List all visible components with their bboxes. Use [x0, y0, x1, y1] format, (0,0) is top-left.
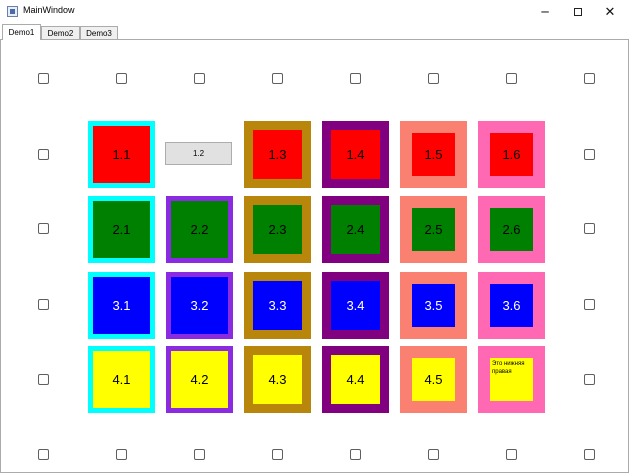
cell-3-6: 3.6 [478, 272, 545, 339]
cell-4-6-label: Это нижняя правая [490, 358, 533, 401]
minimize-button[interactable]: ─ [527, 0, 563, 24]
tab-strip: Demo1 Demo2 Demo3 [0, 24, 631, 40]
checkbox-r5-c0[interactable] [38, 449, 49, 460]
checkbox-r2-c0[interactable] [38, 223, 49, 234]
cell-3-3-label: 3.3 [253, 281, 302, 330]
cell-2-4-label: 2.4 [331, 205, 380, 254]
checkbox-r0-c1[interactable] [116, 73, 127, 84]
tab-demo1[interactable]: Demo1 [2, 24, 41, 40]
window-title: MainWindow [23, 5, 75, 15]
cell-4-1-label: 4.1 [93, 351, 150, 408]
checkbox-r3-c7[interactable] [584, 299, 595, 310]
cell-4-5-label: 4.5 [412, 358, 455, 401]
cell-3-4-label: 3.4 [331, 281, 380, 330]
cell-2-1-label: 2.1 [93, 201, 150, 258]
checkbox-r2-c7[interactable] [584, 223, 595, 234]
cell-2-6-label: 2.6 [490, 208, 533, 251]
cell-4-3: 4.3 [244, 346, 311, 413]
cell-3-2: 3.2 [166, 272, 233, 339]
checkbox-r3-c0[interactable] [38, 299, 49, 310]
cell-1-5: 1.5 [400, 121, 467, 188]
cell-1-3: 1.3 [244, 121, 311, 188]
checkbox-r5-c4[interactable] [350, 449, 361, 460]
cell-3-5: 3.5 [400, 272, 467, 339]
cell-2-3-label: 2.3 [253, 205, 302, 254]
cell-1-3-label: 1.3 [253, 130, 302, 179]
cell-3-1-label: 3.1 [93, 277, 150, 334]
close-icon: ✕ [604, 4, 616, 20]
checkbox-r1-c7[interactable] [584, 149, 595, 160]
maximize-icon [574, 8, 582, 16]
checkbox-r5-c2[interactable] [194, 449, 205, 460]
cell-4-4-label: 4.4 [331, 355, 380, 404]
checkbox-r0-c5[interactable] [428, 73, 439, 84]
cell-1-4-label: 1.4 [331, 130, 380, 179]
cell-1-6-label: 1.6 [490, 133, 533, 176]
checkbox-r5-c1[interactable] [116, 449, 127, 460]
checkbox-r5-c6[interactable] [506, 449, 517, 460]
cell-2-2: 2.2 [166, 196, 233, 263]
cell-3-4: 3.4 [322, 272, 389, 339]
cell-4-2: 4.2 [166, 346, 233, 413]
cell-2-3: 2.3 [244, 196, 311, 263]
cell-4-3-label: 4.3 [253, 355, 302, 404]
cell-2-5: 2.5 [400, 196, 467, 263]
cell-2-1: 2.1 [88, 196, 155, 263]
tab-demo3[interactable]: Demo3 [80, 26, 118, 39]
checkbox-r0-c4[interactable] [350, 73, 361, 84]
app-icon [7, 6, 18, 17]
cell-3-1: 3.1 [88, 272, 155, 339]
cell-4-2-label: 4.2 [171, 351, 228, 408]
title-bar: MainWindow ─ ✕ [0, 0, 631, 24]
cell-1-6: 1.6 [478, 121, 545, 188]
cell-2-4: 2.4 [322, 196, 389, 263]
cell-1-1: 1.1 [88, 121, 155, 188]
cell-3-2-label: 3.2 [171, 277, 228, 334]
checkbox-r4-c0[interactable] [38, 374, 49, 385]
cell-4-1: 4.1 [88, 346, 155, 413]
tab-demo2[interactable]: Demo2 [41, 26, 80, 39]
button-1-2[interactable]: 1.2 [165, 142, 232, 165]
cell-3-3: 3.3 [244, 272, 311, 339]
cell-4-4: 4.4 [322, 346, 389, 413]
cell-1-5-label: 1.5 [412, 133, 455, 176]
maximize-button[interactable] [560, 0, 596, 24]
cell-3-5-label: 3.5 [412, 284, 455, 327]
cell-1-1-label: 1.1 [93, 126, 150, 183]
cell-4-6: Это нижняя правая [478, 346, 545, 413]
cell-1-4: 1.4 [322, 121, 389, 188]
checkbox-r0-c0[interactable] [38, 73, 49, 84]
checkbox-r0-c2[interactable] [194, 73, 205, 84]
checkbox-r0-c6[interactable] [506, 73, 517, 84]
checkbox-r0-c3[interactable] [272, 73, 283, 84]
checkbox-r5-c7[interactable] [584, 449, 595, 460]
checkbox-r1-c0[interactable] [38, 149, 49, 160]
minimize-icon: ─ [541, 5, 549, 19]
checkbox-r5-c5[interactable] [428, 449, 439, 460]
checkbox-r4-c7[interactable] [584, 374, 595, 385]
checkbox-r5-c3[interactable] [272, 449, 283, 460]
cell-3-6-label: 3.6 [490, 284, 533, 327]
cell-2-5-label: 2.5 [412, 208, 455, 251]
checkbox-r0-c7[interactable] [584, 73, 595, 84]
cell-4-5: 4.5 [400, 346, 467, 413]
cell-2-2-label: 2.2 [171, 201, 228, 258]
cell-2-6: 2.6 [478, 196, 545, 263]
close-button[interactable]: ✕ [592, 0, 628, 24]
